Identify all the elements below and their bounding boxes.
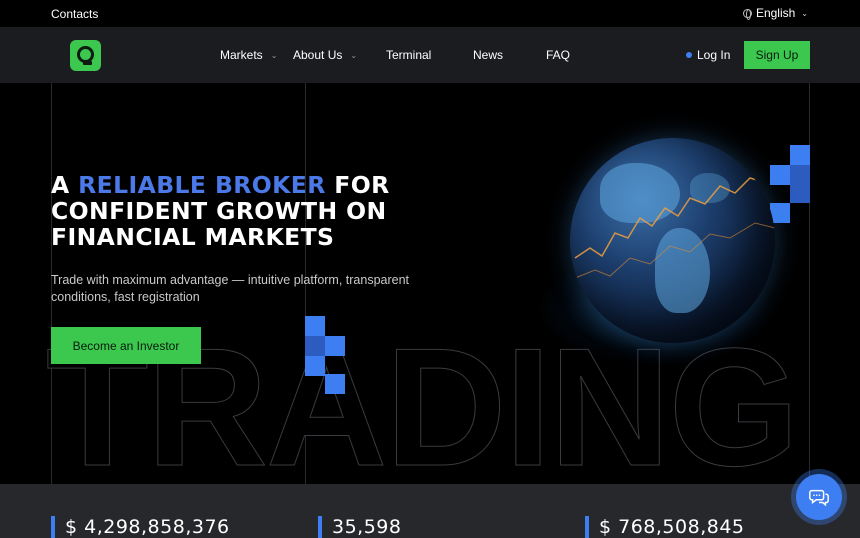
- contacts-link[interactable]: Contacts: [51, 7, 98, 21]
- pixel-block: [325, 374, 345, 394]
- nav-item-faq[interactable]: FAQ: [546, 48, 570, 62]
- pixel-block: [305, 316, 325, 336]
- chat-bubbles-icon: [809, 489, 829, 507]
- pixel-block: [325, 336, 345, 356]
- dot-icon: [686, 52, 692, 58]
- hero-section: TRADING A RELIABLE BROKER FOR CONFIDENT …: [0, 83, 860, 484]
- stats-bar: $ 4,298,858,376 35,598 $ 768,508,845: [0, 484, 860, 538]
- headline-line-3: FINANCIAL MARKETS: [51, 223, 335, 251]
- nav-item-label: FAQ: [546, 48, 571, 62]
- nav-item-about-us[interactable]: About Us ⌄: [293, 48, 357, 62]
- nav-item-label: Terminal: [386, 48, 432, 62]
- stat-item: 35,598: [318, 516, 401, 538]
- hero-headline: A RELIABLE BROKER FOR CONFIDENT GROWTH O…: [51, 172, 451, 250]
- nav-item-label: News: [473, 48, 504, 62]
- pixel-block: [305, 356, 325, 376]
- headline-line-2: CONFIDENT GROWTH ON: [51, 197, 387, 225]
- nav-item-label: Markets: [220, 48, 263, 62]
- signup-button[interactable]: Sign Up: [744, 41, 810, 69]
- language-label: English: [755, 6, 796, 20]
- chevron-down-icon: ⌄: [801, 8, 808, 18]
- stat-accent-bar: [51, 516, 55, 538]
- chevron-down-icon: ⌄: [270, 50, 278, 60]
- top-bar: Contacts English ⌄: [0, 0, 860, 27]
- stat-item: $ 768,508,845: [585, 516, 745, 538]
- login-link[interactable]: Log In: [686, 48, 730, 62]
- nav-item-terminal[interactable]: Terminal: [386, 48, 431, 62]
- main-navigation: Markets ⌄ About Us ⌄ Terminal News FAQ L…: [0, 27, 860, 83]
- brand-logo-icon[interactable]: [70, 40, 101, 71]
- pixel-block: [305, 336, 325, 356]
- stat-accent-bar: [318, 516, 322, 538]
- stat-accent-bar: [585, 516, 589, 538]
- globe-icon: [742, 8, 752, 20]
- headline-rest: FOR: [325, 171, 390, 199]
- nav-item-label: About Us: [293, 48, 343, 62]
- language-selector[interactable]: English ⌄: [742, 6, 808, 20]
- hero-subtitle: Trade with maximum advantage — intuitive…: [51, 273, 410, 304]
- headline-prefix: A: [51, 171, 79, 199]
- stat-value: $ 768,508,845: [599, 516, 745, 538]
- chevron-down-icon: ⌄: [350, 50, 358, 60]
- globe-with-trading-chart-image: [540, 133, 810, 383]
- login-label: Log In: [697, 48, 731, 62]
- become-investor-button[interactable]: Become an Investor: [51, 327, 201, 364]
- stat-value: 35,598: [332, 516, 402, 538]
- chat-button[interactable]: [796, 474, 842, 520]
- trading-chart-overlay: [574, 177, 775, 279]
- stat-item: $ 4,298,858,376: [51, 516, 230, 538]
- headline-accent: RELIABLE BROKER: [78, 171, 326, 199]
- nav-item-news[interactable]: News: [473, 48, 503, 62]
- stat-value: $ 4,298,858,376: [65, 516, 230, 538]
- nav-item-markets[interactable]: Markets ⌄: [220, 48, 277, 62]
